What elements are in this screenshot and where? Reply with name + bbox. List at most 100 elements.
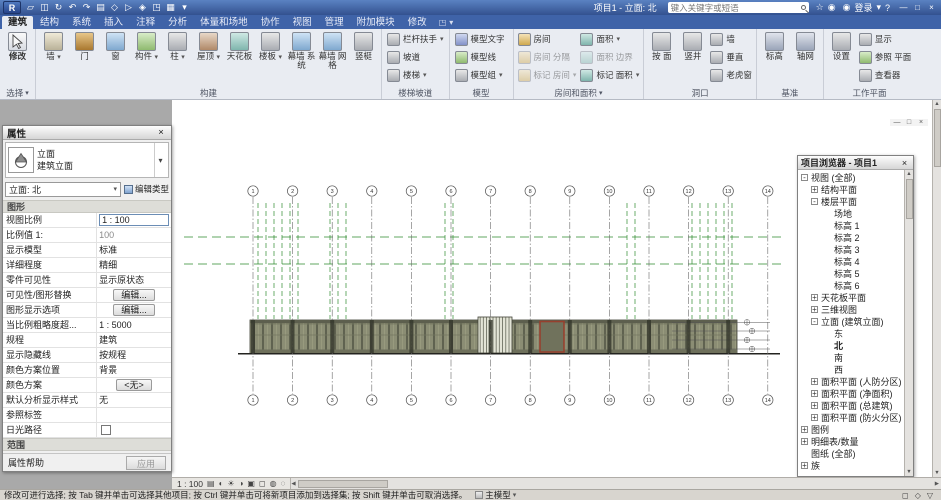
restore-icon[interactable]: □ <box>911 1 924 14</box>
horizontal-scrollbar[interactable]: ◀ ▶ <box>290 478 941 489</box>
ribbon-button[interactable]: 垂直 <box>708 48 754 66</box>
browser-tree-item[interactable]: + 明细表/数量 <box>798 435 904 447</box>
search-icon[interactable] <box>801 5 806 10</box>
tag-icon[interactable]: ▷ <box>122 1 135 14</box>
tree-expander-icon[interactable]: + <box>811 402 818 409</box>
scroll-left-icon[interactable]: ◀ <box>291 480 295 488</box>
type-selector-arrow[interactable]: ▾ <box>154 143 166 177</box>
qat-dropdown-icon[interactable]: ▾ <box>178 1 191 14</box>
ribbon-button[interactable]: 天花板 <box>224 30 255 62</box>
ribbon-button[interactable]: 设置 <box>826 30 857 61</box>
ribbon-button[interactable]: 墙 ▾ <box>38 30 69 62</box>
sun-path-icon[interactable]: ☀ <box>227 479 234 488</box>
tree-expander-icon[interactable]: + <box>811 186 818 193</box>
view-minimize-icon[interactable]: — <box>892 119 902 126</box>
ribbon-button[interactable]: 轴网 <box>790 30 821 61</box>
ribbon-button[interactable]: 栏杆扶手▾ <box>385 30 446 48</box>
browser-tree-item[interactable]: - 楼层平面 <box>798 195 904 207</box>
browser-scrollbar-thumb[interactable] <box>906 179 913 219</box>
browser-tree-item[interactable]: 北 <box>798 339 904 351</box>
browser-tree-item[interactable]: 场地 <box>798 207 904 219</box>
ribbon-tab[interactable]: 附加模块 <box>351 16 401 29</box>
browser-tree-item[interactable]: + 面积平面 (净面积) <box>798 387 904 399</box>
login-group[interactable]: ◉ 登录 ▾ ? <box>843 1 890 14</box>
ribbon-button[interactable]: 模型文字 <box>453 30 510 48</box>
browser-tree-item[interactable]: + 结构平面 <box>798 183 904 195</box>
edit-type-button[interactable]: 编辑类型 <box>124 183 169 195</box>
property-value[interactable]: 1 : 5000 <box>97 318 171 332</box>
apply-button[interactable]: 应用 <box>126 456 166 470</box>
browser-tree-item[interactable]: 东 <box>798 327 904 339</box>
ribbon-button[interactable]: 老虎窗 <box>708 66 754 84</box>
ribbon-button[interactable]: 窗 <box>100 30 131 62</box>
ribbon-tab[interactable]: 视图 <box>287 16 318 29</box>
ribbon-tab[interactable]: 修改 <box>402 16 433 29</box>
ribbon-button[interactable]: 标高 <box>759 30 790 61</box>
property-value[interactable]: 100 <box>97 228 171 242</box>
ribbon-button[interactable]: 面积 边界 <box>578 48 641 66</box>
ribbon-button[interactable]: 模型线 <box>453 48 502 66</box>
ribbon-tab[interactable]: 结构 <box>34 16 65 29</box>
login-label[interactable]: 登录 <box>854 1 872 14</box>
ribbon-tab[interactable]: 分析 <box>162 16 193 29</box>
browser-tree-item[interactable]: 图纸 (全部) <box>798 447 904 459</box>
browser-tree-item[interactable]: 标高 3 <box>798 243 904 255</box>
browser-tree-item[interactable]: 标高 2 <box>798 231 904 243</box>
panel-caption-opening[interactable]: 洞口 <box>644 87 756 99</box>
save-icon[interactable]: ◫ <box>38 1 51 14</box>
scroll-down-icon[interactable]: ▼ <box>906 468 911 476</box>
communication-center-icon[interactable]: ◉ <box>828 2 836 13</box>
ribbon-button[interactable]: 参照 平面 <box>857 48 913 66</box>
scroll-up-icon[interactable]: ▲ <box>906 170 911 178</box>
ribbon-tab[interactable]: 注释 <box>130 16 161 29</box>
property-value[interactable]: <无> <box>97 378 171 392</box>
sync-icon[interactable]: ↻ <box>52 1 65 14</box>
ribbon-button[interactable]: 幕墙 网格 <box>317 30 348 71</box>
scroll-up-icon[interactable]: ▲ <box>934 100 939 108</box>
tree-expander-icon[interactable]: - <box>811 318 818 325</box>
tree-expander-icon[interactable]: - <box>811 198 818 205</box>
modify-button[interactable]: 修改 <box>2 30 33 61</box>
browser-tree-item[interactable]: + 天花板平面 <box>798 291 904 303</box>
close-icon[interactable]: × <box>155 127 167 138</box>
browser-tree-item[interactable]: - 立面 (建筑立面) <box>798 315 904 327</box>
ribbon-button[interactable]: 显示 <box>857 30 913 48</box>
search-input[interactable] <box>671 3 799 12</box>
panel-dropdown-icon[interactable]: ▾ <box>25 89 29 97</box>
design-option-select[interactable]: 主模型 ▾ <box>475 489 516 500</box>
panel-caption-workplane[interactable]: 工作平面 <box>824 87 915 99</box>
section-icon[interactable]: ◳ <box>150 1 163 14</box>
browser-scrollbar[interactable]: ▲ ▼ <box>904 170 913 476</box>
ribbon-button[interactable]: 房间 分隔 <box>516 48 579 66</box>
properties-help-link[interactable]: 属性帮助 <box>8 456 44 469</box>
tree-expander-icon[interactable]: + <box>811 294 818 301</box>
panel-caption-build[interactable]: 构建 <box>36 87 381 99</box>
editable-only-icon[interactable]: ◻ <box>902 491 909 500</box>
ribbon-button[interactable]: 模型组▾ <box>453 66 505 84</box>
open-icon[interactable]: ▱ <box>24 1 37 14</box>
type-selector[interactable]: 立面 建筑立面 ▾ <box>5 142 169 178</box>
browser-tree-item[interactable]: + 面积平面 (人防分区) <box>798 375 904 387</box>
property-value[interactable]: 精细 <box>97 258 171 272</box>
property-value[interactable]: 显示原状态 <box>97 273 171 287</box>
browser-tree-item[interactable]: + 面积平面 (防火分区) <box>798 411 904 423</box>
property-value[interactable]: 编辑... <box>97 288 171 302</box>
ribbon-tab[interactable]: 系统 <box>66 16 97 29</box>
browser-tree-item[interactable]: 西 <box>798 363 904 375</box>
ribbon-tab[interactable]: 插入 <box>98 16 129 29</box>
property-value[interactable]: 按规程 <box>97 348 171 362</box>
ribbon-button[interactable]: 查看器 <box>857 66 913 84</box>
tree-expander-icon[interactable]: + <box>811 390 818 397</box>
browser-tree-item[interactable]: + 三维视图 <box>798 303 904 315</box>
ribbon-tab[interactable]: 管理 <box>319 16 350 29</box>
tree-expander-icon[interactable]: + <box>801 462 808 469</box>
view-scale[interactable]: 1 : 100 <box>177 479 203 489</box>
ribbon-button[interactable]: 楼板 ▾ <box>255 30 286 62</box>
ribbon-button[interactable]: 竖井 <box>677 30 708 61</box>
tree-expander-icon[interactable]: + <box>801 438 808 445</box>
property-value[interactable] <box>97 408 171 422</box>
section-header-graphics[interactable]: 图形 <box>3 200 171 213</box>
ribbon-cycle-icon[interactable]: ◳ <box>439 18 447 27</box>
default-3d-view-icon[interactable]: ◈ <box>136 1 149 14</box>
browser-tree-item[interactable]: 标高 4 <box>798 255 904 267</box>
